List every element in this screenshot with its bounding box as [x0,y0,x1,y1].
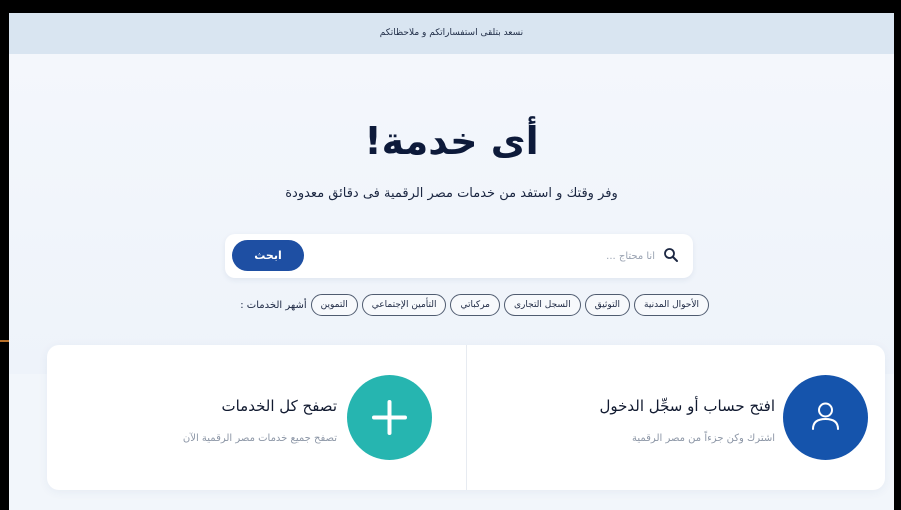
hero-section [9,54,894,374]
account-card-title[interactable]: افتح حساب أو سجِّل الدخول [565,397,775,415]
search-button[interactable]: ابحث [232,240,304,271]
browse-services-subtitle: تصفح جميع خدمات مصر الرقمية الآن [182,433,337,444]
popular-services-label: أشهر الخدمات : [240,299,307,311]
account-card-subtitle: اشترك وكن جزءاً من مصر الرقمية [631,433,775,444]
chip-tamween[interactable]: التموين [310,294,358,316]
page-edge-decoration [0,340,9,342]
hero-subtitle: وفر وقتك و استفد من خدمات مصر الرقمية فى… [285,186,618,201]
chip-notarization[interactable]: التوثيق [584,294,631,316]
plus-button[interactable] [347,375,432,460]
search-input[interactable] [455,247,655,265]
action-cards: تصفح كل الخدمات تصفح جميع خدمات مصر الرق… [47,345,885,490]
search-bar: ابحث [225,234,693,278]
popular-services: أشهر الخدمات : التموين التأمين الإجتماعي… [237,292,709,318]
browse-services-title[interactable]: تصفح كل الخدمات [127,397,337,415]
page-frame: نسعد بتلقى استفساراتكم و ملاحظاتكم أى خد… [9,13,894,510]
chip-commercial-registry[interactable]: السجل التجارى [504,294,581,316]
browse-services-card[interactable]: تصفح كل الخدمات تصفح جميع خدمات مصر الرق… [47,345,466,490]
user-icon [812,402,839,430]
plus-icon [372,400,407,435]
account-card[interactable]: افتح حساب أو سجِّل الدخول اشترك وكن جزءا… [467,345,886,490]
chip-civil-status[interactable]: الأحوال المدنية [634,294,709,316]
chip-vehicles[interactable]: مركباتي [450,294,501,316]
chip-social-insurance[interactable]: التأمين الإجتماعي [361,294,447,316]
hero-title: أى خدمة! [364,119,539,163]
account-button[interactable] [783,375,868,460]
feedback-banner-text[interactable]: نسعد بتلقى استفساراتكم و ملاحظاتكم [380,28,523,38]
feedback-banner[interactable]: نسعد بتلقى استفساراتكم و ملاحظاتكم [9,13,894,54]
search-icon[interactable] [663,247,679,263]
